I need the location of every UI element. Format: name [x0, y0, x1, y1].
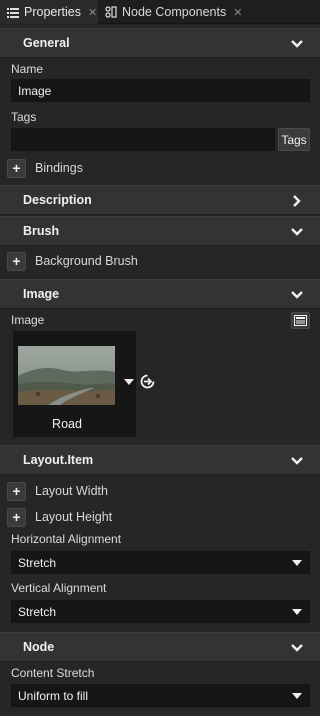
section-title: General	[23, 36, 70, 50]
section-layout-item[interactable]: Layout.Item	[0, 445, 320, 475]
road-image	[18, 346, 115, 405]
tags-button[interactable]: Tags	[278, 128, 310, 151]
image-thumbnail[interactable]: Road	[13, 331, 136, 437]
go-to-asset-icon[interactable]	[140, 374, 155, 389]
image-label: Image	[11, 313, 45, 327]
chevron-down-icon	[291, 457, 303, 465]
add-layout-height-button[interactable]: +	[7, 507, 26, 527]
image-browser-icon	[294, 315, 307, 326]
tab-properties-label: Properties	[24, 5, 81, 19]
section-image[interactable]: Image	[0, 279, 320, 309]
section-title: Description	[23, 193, 92, 207]
tags-field[interactable]	[11, 128, 275, 151]
layout-height-label: Layout Height	[35, 510, 113, 524]
node-components-icon	[105, 6, 117, 18]
tab-bar: Properties ✕ Node Components ✕	[0, 0, 320, 24]
section-description[interactable]: Description	[0, 185, 320, 215]
chevron-down-icon	[291, 291, 303, 299]
add-background-brush-button[interactable]: +	[7, 251, 26, 271]
background-brush-row[interactable]: + Background Brush	[7, 251, 138, 271]
add-layout-width-button[interactable]: +	[7, 481, 26, 501]
thumbnail-name: Road	[52, 417, 82, 431]
vertical-alignment-select[interactable]: Stretch	[11, 600, 310, 623]
vertical-alignment-label: Vertical Alignment	[11, 581, 107, 595]
horizontal-alignment-value: Stretch	[18, 555, 57, 570]
horizontal-alignment-select[interactable]: Stretch	[11, 551, 310, 574]
bindings-label: Bindings	[35, 161, 83, 175]
list-icon	[7, 6, 19, 18]
bindings-row[interactable]: + Bindings	[7, 158, 83, 178]
tab-node-components[interactable]: Node Components ✕	[100, 0, 250, 24]
add-binding-button[interactable]: +	[7, 158, 26, 178]
section-title: Image	[23, 287, 60, 301]
background-brush-label: Background Brush	[35, 254, 138, 268]
chevron-down-icon	[291, 228, 303, 236]
section-title: Brush	[23, 224, 60, 238]
content-stretch-label: Content Stretch	[11, 666, 95, 680]
section-title: Node	[23, 640, 55, 654]
chevron-down-icon	[291, 40, 303, 48]
open-image-browser-button[interactable]	[291, 312, 310, 329]
chevron-right-icon	[293, 195, 301, 207]
section-title: Layout.Item	[23, 453, 94, 467]
vertical-alignment-value: Stretch	[18, 604, 57, 619]
name-value: Image	[18, 83, 52, 98]
image-dropdown-arrow[interactable]	[124, 379, 134, 385]
dropdown-arrow-icon	[292, 560, 302, 566]
tab-properties[interactable]: Properties ✕	[0, 0, 98, 24]
content-stretch-select[interactable]: Uniform to fill	[11, 684, 310, 707]
name-field[interactable]: Image	[11, 79, 310, 102]
section-general[interactable]: General	[0, 28, 320, 58]
horizontal-alignment-label: Horizontal Alignment	[11, 532, 122, 546]
layout-width-row[interactable]: + Layout Width	[7, 481, 108, 501]
content-stretch-value: Uniform to fill	[18, 688, 89, 703]
tab-node-components-label: Node Components	[122, 5, 227, 19]
dropdown-arrow-icon	[292, 609, 302, 615]
name-label: Name	[11, 62, 44, 76]
section-node[interactable]: Node	[0, 632, 320, 662]
chevron-down-icon	[291, 644, 303, 652]
section-brush[interactable]: Brush	[0, 216, 320, 246]
close-icon[interactable]: ✕	[233, 6, 242, 19]
close-icon[interactable]: ✕	[88, 6, 97, 19]
tags-label: Tags	[11, 110, 37, 124]
layout-width-label: Layout Width	[35, 484, 108, 498]
dropdown-arrow-icon	[292, 693, 302, 699]
layout-height-row[interactable]: + Layout Height	[7, 507, 112, 527]
